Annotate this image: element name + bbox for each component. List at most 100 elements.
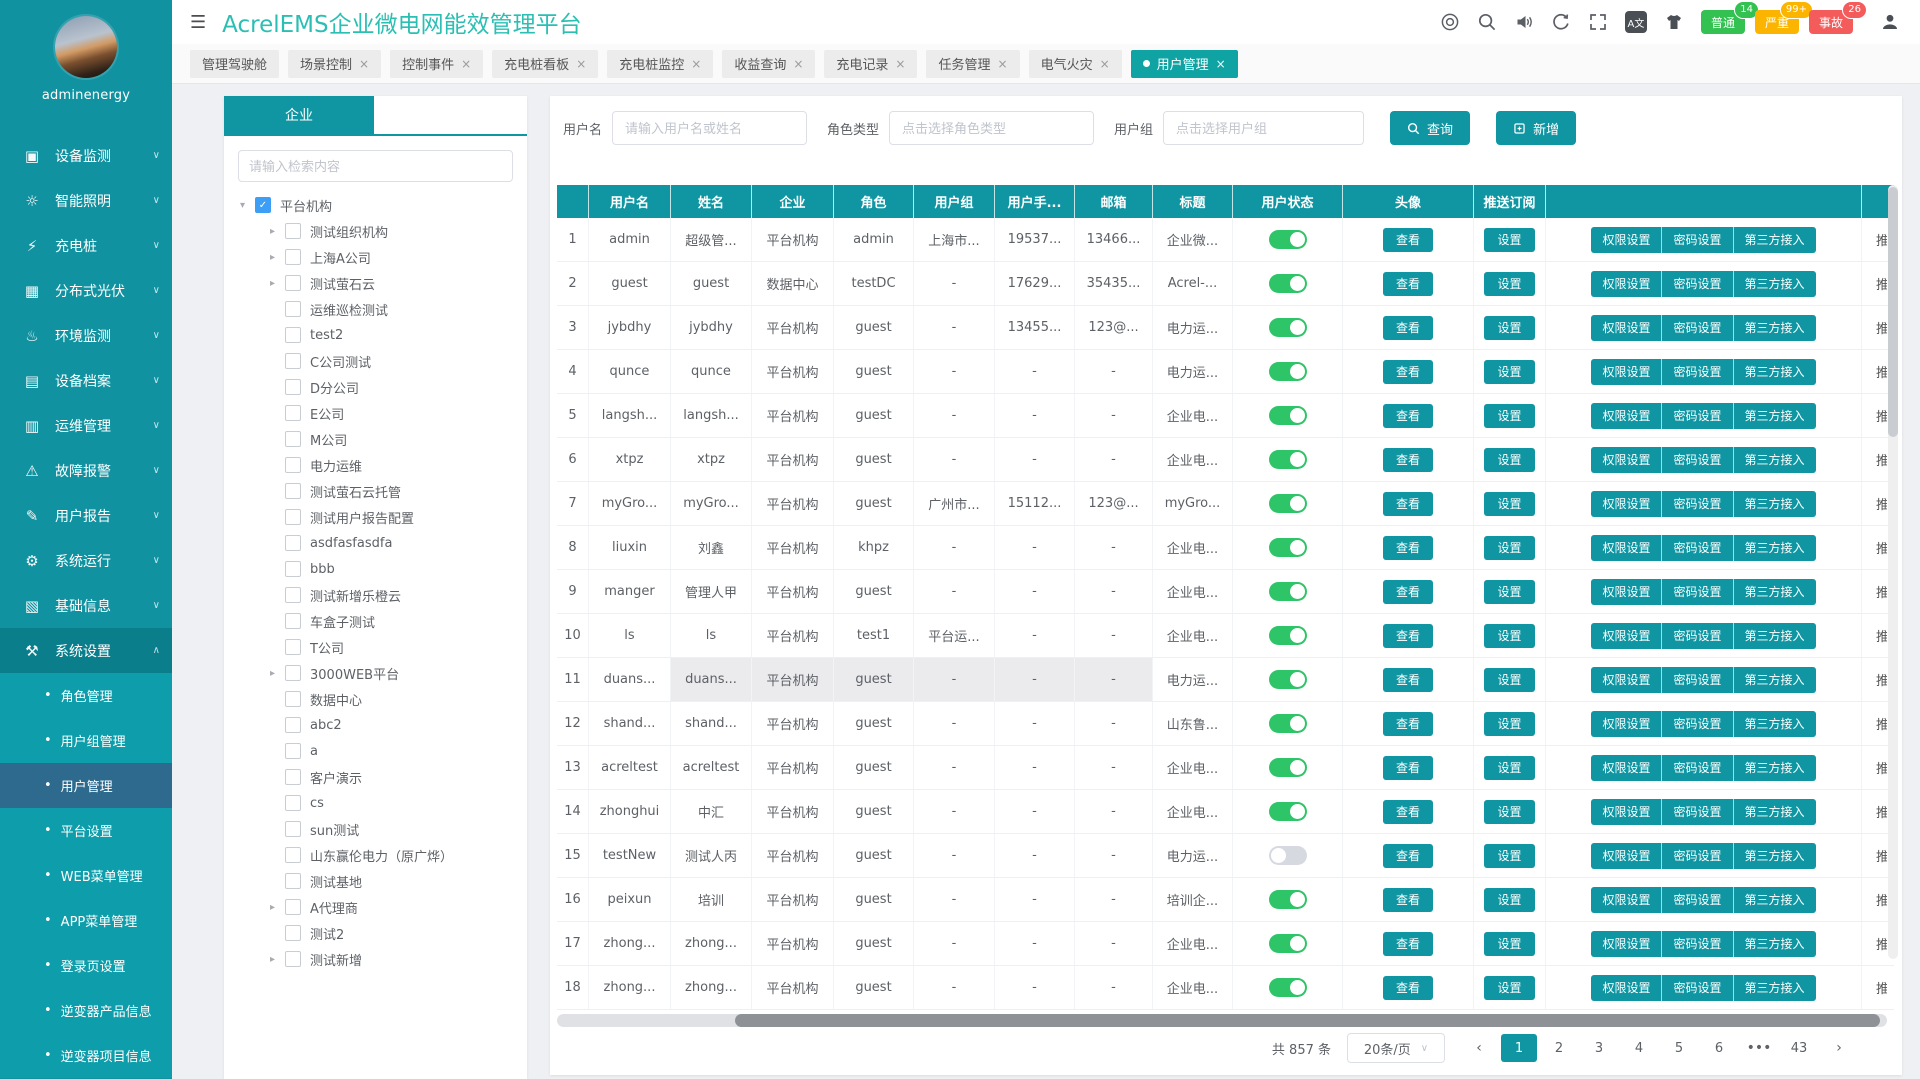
push-subscribe-button[interactable]: 设置 (1484, 316, 1534, 340)
tree-checkbox[interactable] (285, 405, 301, 421)
permission-settings-button[interactable]: 权限设置 (1591, 447, 1661, 473)
push-subscribe-button[interactable]: 设置 (1484, 932, 1534, 956)
tree-checkbox[interactable] (285, 379, 301, 395)
permission-settings-button[interactable]: 权限设置 (1591, 623, 1661, 649)
status-toggle[interactable] (1269, 626, 1307, 645)
alarm-accident-button[interactable]: 事故26 (1809, 10, 1853, 34)
sidebar-subitem-role-mgmt[interactable]: •角色管理 (0, 673, 172, 718)
permission-settings-button[interactable]: 权限设置 (1591, 975, 1661, 1001)
page-button-43[interactable]: 43 (1781, 1034, 1817, 1062)
tree-node[interactable]: M公司 (224, 426, 527, 452)
collapsed-arrow-icon[interactable]: ▸ (270, 252, 285, 263)
alarm-severe-button[interactable]: 严重99+ (1755, 10, 1799, 34)
push-subscribe-button[interactable]: 设置 (1484, 228, 1534, 252)
third-party-access-button[interactable]: 第三方接入 (1733, 975, 1816, 1001)
tree-checkbox[interactable]: ✓ (255, 197, 271, 213)
sidebar-subitem-platform-settings[interactable]: •平台设置 (0, 808, 172, 853)
sidebar-subitem-user-group-mgmt[interactable]: •用户组管理 (0, 718, 172, 763)
tree-node[interactable]: 测试新增乐橙云 (224, 582, 527, 608)
tree-checkbox[interactable] (285, 821, 301, 837)
permission-settings-button[interactable]: 权限设置 (1591, 799, 1661, 825)
push-subscribe-button[interactable]: 设置 (1484, 668, 1534, 692)
tree-node[interactable]: sun测试 (224, 816, 527, 842)
push-subscribe-button[interactable]: 设置 (1484, 756, 1534, 780)
tree-checkbox[interactable] (285, 587, 301, 603)
push-subscribe-button[interactable]: 设置 (1484, 888, 1534, 912)
third-party-access-button[interactable]: 第三方接入 (1733, 315, 1816, 341)
tab-5[interactable]: 收益查询× (722, 50, 815, 78)
tab-6[interactable]: 充电记录× (824, 50, 917, 78)
password-settings-button[interactable]: 密码设置 (1661, 447, 1732, 473)
tree-checkbox[interactable] (285, 717, 301, 733)
view-avatar-button[interactable]: 查看 (1383, 580, 1433, 604)
view-avatar-button[interactable]: 查看 (1383, 712, 1433, 736)
status-toggle[interactable] (1269, 802, 1307, 821)
username-filter-input[interactable] (612, 111, 807, 145)
status-toggle[interactable] (1269, 714, 1307, 733)
tree-node[interactable]: bbb (224, 556, 527, 582)
view-avatar-button[interactable]: 查看 (1383, 228, 1433, 252)
password-settings-button[interactable]: 密码设置 (1661, 799, 1732, 825)
push-subscribe-button[interactable]: 设置 (1484, 360, 1534, 384)
tree-node[interactable]: cs (224, 790, 527, 816)
tree-checkbox[interactable] (285, 639, 301, 655)
tree-node[interactable]: asdfasfasdfa (224, 530, 527, 556)
sidebar-item-system-settings[interactable]: ⚒系统设置∧ (0, 628, 172, 673)
page-button-2[interactable]: 2 (1541, 1034, 1577, 1062)
push-subscribe-button[interactable]: 设置 (1484, 976, 1534, 1000)
volume-icon[interactable] (1514, 12, 1534, 32)
tree-checkbox[interactable] (285, 275, 301, 291)
sidebar-item-device-archive[interactable]: ▤设备档案∨ (0, 358, 172, 403)
status-toggle[interactable] (1269, 230, 1307, 249)
third-party-access-button[interactable]: 第三方接入 (1733, 227, 1816, 253)
translate-icon[interactable]: A文 (1625, 11, 1647, 33)
push-subscribe-button[interactable]: 设置 (1484, 272, 1534, 296)
vertical-scrollbar[interactable] (1888, 185, 1898, 959)
status-toggle[interactable] (1269, 406, 1307, 425)
view-avatar-button[interactable]: 查看 (1383, 316, 1433, 340)
sidebar-item-ops-mgmt[interactable]: ▥运维管理∨ (0, 403, 172, 448)
sidebar-subitem-inverter-project-info[interactable]: •逆变器项目信息 (0, 1033, 172, 1078)
tree-node[interactable]: 测试萤石云托管 (224, 478, 527, 504)
permission-settings-button[interactable]: 权限设置 (1591, 755, 1661, 781)
permission-settings-button[interactable]: 权限设置 (1591, 271, 1661, 297)
status-toggle[interactable] (1269, 494, 1307, 513)
tree-node[interactable]: ▸A代理商 (224, 894, 527, 920)
page-size-select[interactable]: 20条/页 ∨ (1347, 1033, 1445, 1063)
permission-settings-button[interactable]: 权限设置 (1591, 491, 1661, 517)
tab-close-icon[interactable]: × (691, 57, 701, 71)
password-settings-button[interactable]: 密码设置 (1661, 711, 1732, 737)
third-party-access-button[interactable]: 第三方接入 (1733, 887, 1816, 913)
password-settings-button[interactable]: 密码设置 (1661, 271, 1732, 297)
status-toggle[interactable] (1269, 362, 1307, 381)
status-toggle[interactable] (1269, 538, 1307, 557)
theme-shirt-icon[interactable] (1664, 12, 1684, 32)
third-party-access-button[interactable]: 第三方接入 (1733, 447, 1816, 473)
search-button[interactable]: 查询 (1390, 111, 1470, 145)
tab-close-icon[interactable]: × (895, 57, 905, 71)
tree-checkbox[interactable] (285, 691, 301, 707)
tree-node[interactable]: ▾✓平台机构 (224, 192, 527, 218)
password-settings-button[interactable]: 密码设置 (1661, 667, 1732, 693)
permission-settings-button[interactable]: 权限设置 (1591, 843, 1661, 869)
third-party-access-button[interactable]: 第三方接入 (1733, 271, 1816, 297)
group-filter-input[interactable] (1163, 111, 1364, 145)
collapsed-arrow-icon[interactable]: ▸ (270, 954, 285, 965)
tree-checkbox[interactable] (285, 613, 301, 629)
password-settings-button[interactable]: 密码设置 (1661, 755, 1732, 781)
third-party-access-button[interactable]: 第三方接入 (1733, 931, 1816, 957)
collapsed-arrow-icon[interactable]: ▸ (270, 668, 285, 679)
avatar[interactable] (55, 16, 117, 78)
status-toggle[interactable] (1269, 318, 1307, 337)
prev-page-button[interactable]: ‹ (1461, 1034, 1497, 1062)
sidebar-item-system-run[interactable]: ⚙系统运行∨ (0, 538, 172, 583)
view-avatar-button[interactable]: 查看 (1383, 272, 1433, 296)
tree-checkbox[interactable] (285, 665, 301, 681)
status-toggle[interactable] (1269, 582, 1307, 601)
add-button[interactable]: 新增 (1496, 111, 1576, 145)
sidebar-subitem-login-page-settings[interactable]: •登录页设置 (0, 943, 172, 988)
sidebar-item-env-monitor[interactable]: ♨环境监测∨ (0, 313, 172, 358)
more-pages-ellipsis[interactable]: ••• (1741, 1034, 1777, 1062)
tree-checkbox[interactable] (285, 847, 301, 863)
sidebar-item-fault-alarm[interactable]: ⚠故障报警∨ (0, 448, 172, 493)
